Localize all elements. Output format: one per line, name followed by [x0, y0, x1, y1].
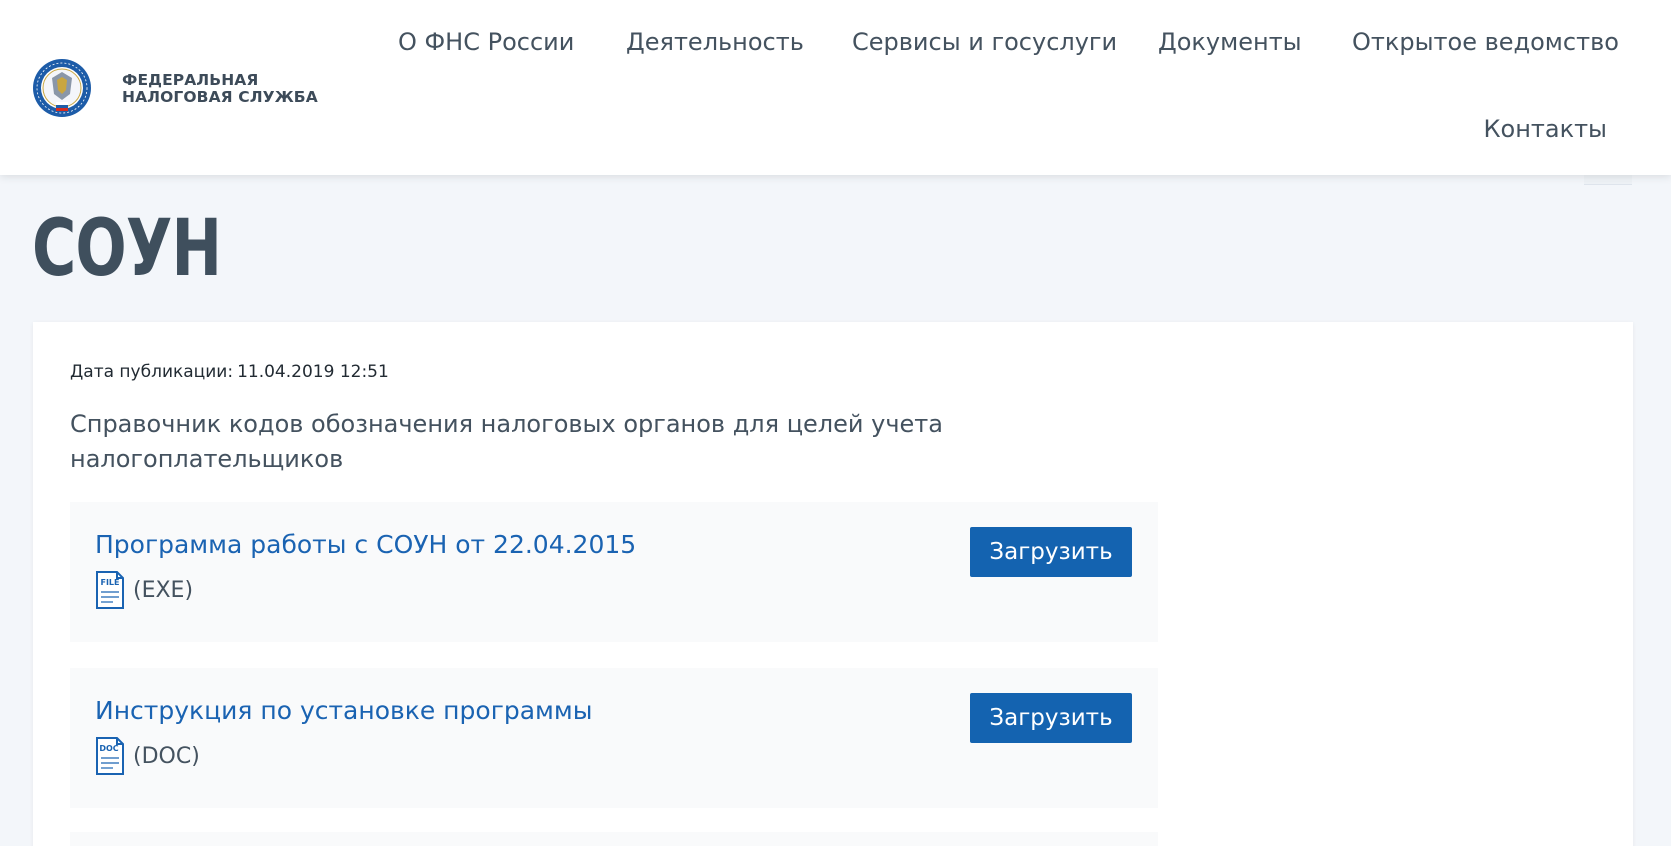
- file-item: Инструкция по установке программы DOC (D…: [70, 668, 1158, 808]
- download-button[interactable]: Загрузить: [970, 693, 1132, 743]
- nav-item-open-agency[interactable]: Открытое ведомство: [1352, 28, 1619, 56]
- file-icon-label: FILE: [100, 578, 119, 587]
- publication-date: Дата публикации: 11.04.2019 12:51: [70, 362, 389, 382]
- download-button[interactable]: Загрузить: [970, 527, 1132, 577]
- file-link[interactable]: Программа работы с СОУН от 22.04.2015: [95, 530, 636, 559]
- nav-item-services[interactable]: Сервисы и госуслуги: [852, 28, 1117, 56]
- logo-text: ФЕДЕРАЛЬНАЯ НАЛОГОВАЯ СЛУЖБА: [122, 72, 318, 106]
- content-card: Дата публикации: 11.04.2019 12:51 Справоч…: [33, 322, 1633, 846]
- page-title: СОУН: [32, 204, 222, 294]
- nav-item-activity[interactable]: Деятельность: [626, 28, 804, 56]
- publication-date-label: Дата публикации:: [70, 362, 234, 382]
- file-icon-label: DOC: [99, 744, 118, 753]
- nav-item-contacts[interactable]: Контакты: [1483, 115, 1607, 143]
- nav-item-documents[interactable]: Документы: [1158, 28, 1302, 56]
- fns-emblem-icon: [33, 59, 91, 117]
- nav-item-about[interactable]: О ФНС России: [398, 28, 574, 56]
- site-header: ФЕДЕРАЛЬНАЯ НАЛОГОВАЯ СЛУЖБА О ФНС Росси…: [0, 0, 1671, 175]
- logo-text-line2: НАЛОГОВАЯ СЛУЖБА: [122, 88, 318, 106]
- logo-text-line1: ФЕДЕРАЛЬНАЯ: [122, 71, 259, 89]
- publication-date-value: 11.04.2019 12:51: [237, 362, 389, 382]
- file-link[interactable]: Инструкция по установке программы: [95, 696, 592, 725]
- file-item: Программа работы с СОУН от 22.04.2015 FI…: [70, 502, 1158, 642]
- file-item: [70, 832, 1158, 846]
- file-meta: DOC (DOC): [95, 736, 200, 776]
- exe-file-icon: FILE: [96, 571, 124, 609]
- file-extension: (DOC): [133, 743, 200, 769]
- file-extension: (EXE): [133, 577, 194, 603]
- file-meta: FILE (EXE): [95, 570, 193, 610]
- doc-file-icon: DOC: [96, 737, 124, 775]
- page-description: Справочник кодов обозначения налоговых о…: [70, 410, 943, 473]
